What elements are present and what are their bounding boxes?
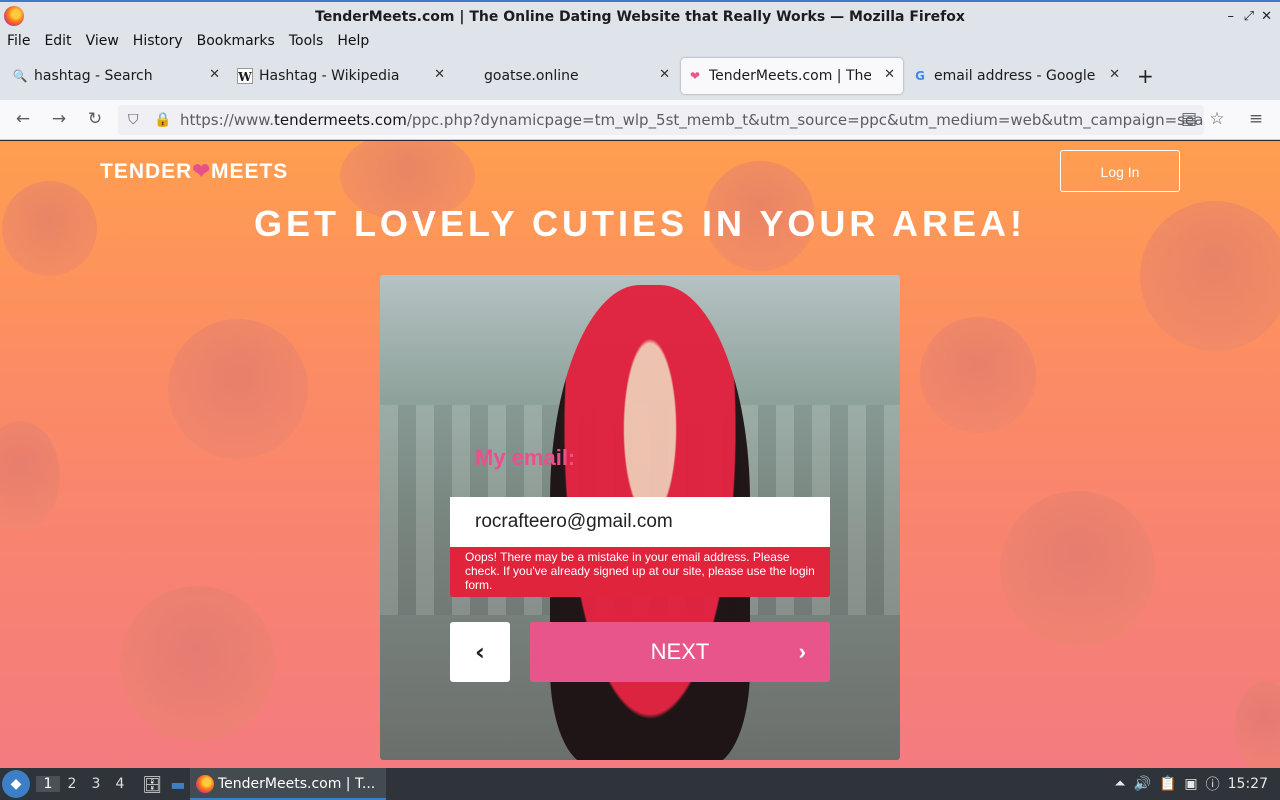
navigation-toolbar: ← → ↻ ⛉ 🔒 https://www.tendermeets.com/pp… — [0, 100, 1280, 140]
menu-bookmarks[interactable]: Bookmarks — [197, 33, 275, 49]
tab-hashtag-wikipedia[interactable]: W Hashtag - Wikipedia ✕ — [231, 58, 453, 94]
workspace-3[interactable]: 3 — [84, 776, 108, 792]
page-headline: GET LOVELY CUTIES IN YOUR AREA! — [253, 203, 1027, 244]
menu-history[interactable]: History — [133, 33, 183, 49]
email-input[interactable] — [450, 497, 830, 547]
menu-help[interactable]: Help — [337, 33, 369, 49]
maximize-icon[interactable]: ⤢ — [1244, 2, 1254, 32]
menu-file[interactable]: File — [7, 33, 30, 49]
tab-label: hashtag - Search — [34, 68, 153, 84]
close-window-icon[interactable]: ✕ — [1261, 2, 1272, 32]
back-arrow-icon[interactable]: ← — [12, 109, 34, 129]
url-path: /ppc.php?dynamicpage=tm_wlp_5st_memb_t&u… — [406, 111, 1204, 129]
tab-google-email[interactable]: G email address - Google S ✕ — [906, 58, 1128, 94]
url-prefix: https://www. — [180, 111, 274, 129]
url-host: tendermeets.com — [273, 111, 407, 129]
email-error-message: Oops! There may be a mistake in your ema… — [450, 547, 830, 597]
tab-hashtag-search[interactable]: 🔍 hashtag - Search ✕ — [6, 58, 228, 94]
tab-strip: 🔍 hashtag - Search ✕ W Hashtag - Wikiped… — [0, 52, 1280, 100]
profile-bubble — [1000, 491, 1155, 646]
lock-icon[interactable]: 🔒 — [154, 105, 171, 135]
login-button[interactable]: Log In — [1060, 150, 1180, 192]
tab-goatse[interactable]: goatse.online ✕ — [456, 58, 678, 94]
forward-arrow-icon[interactable]: → — [48, 109, 70, 129]
tendermeets-icon: ❤ — [689, 69, 701, 83]
network-icon[interactable]: ▣ — [1184, 776, 1197, 792]
workspace-4[interactable]: 4 — [108, 776, 132, 792]
firefox-logo-icon — [4, 6, 24, 26]
profile-bubble — [920, 317, 1036, 433]
google-icon: G — [915, 69, 925, 83]
profile-bubble — [0, 421, 60, 531]
menu-bar: File Edit View History Bookmarks Tools H… — [0, 30, 1280, 52]
profile-bubble — [1235, 681, 1280, 768]
tab-label: email address - Google S — [934, 68, 1096, 84]
file-manager-icon[interactable]: 🗄 — [142, 775, 162, 794]
task-label: TenderMeets.com | T... — [218, 776, 376, 792]
clock[interactable]: 15:27 — [1228, 776, 1268, 792]
workspace-2[interactable]: 2 — [60, 776, 84, 792]
firefox-task-icon — [196, 775, 214, 793]
close-tab-icon[interactable]: ✕ — [209, 67, 220, 82]
tab-label: TenderMeets.com | The O — [709, 68, 871, 84]
window-titlebar: TenderMeets.com | The Online Dating Webs… — [0, 0, 1280, 30]
url-bar[interactable]: ⛉ 🔒 https://www.tendermeets.com/ppc.php?… — [118, 105, 1204, 135]
profile-bubble — [168, 319, 308, 459]
bookmark-star-icon[interactable]: ☆ — [1206, 109, 1228, 129]
close-tab-icon[interactable]: ✕ — [884, 67, 895, 82]
workspace-1[interactable]: 1 — [36, 776, 60, 792]
system-tray: ⏶ 🔊 📋 ▣ ⓘ 15:27 — [1114, 768, 1280, 800]
profile-bubble — [120, 586, 275, 741]
taskbar-firefox-task[interactable]: TenderMeets.com | T... — [190, 768, 386, 800]
close-tab-icon[interactable]: ✕ — [434, 67, 445, 82]
close-tab-icon[interactable]: ✕ — [1109, 67, 1120, 82]
wikipedia-icon: W — [237, 68, 253, 84]
notification-icon[interactable]: ⓘ — [1206, 774, 1220, 794]
search-icon: 🔍 — [12, 69, 28, 83]
tracking-shield-icon[interactable]: ⛉ — [128, 105, 139, 135]
close-tab-icon[interactable]: ✕ — [659, 67, 670, 82]
reader-view-icon[interactable]: ▤ — [1178, 109, 1200, 129]
next-label: NEXT — [650, 639, 710, 664]
signup-card: My email: Oops! There may be a mistake i… — [380, 275, 900, 760]
desktop-taskbar: ◆ 1 2 3 4 🗄 ▬ TenderMeets.com | T... ⏶ 🔊… — [0, 768, 1280, 800]
menu-view[interactable]: View — [86, 33, 119, 49]
chevron-right-icon: › — [798, 639, 806, 664]
tray-up-icon[interactable]: ⏶ — [1114, 776, 1125, 792]
tendermeets-logo[interactable]: TENDER❤MEETS — [100, 159, 288, 184]
back-button[interactable]: ‹ — [450, 622, 510, 682]
next-button[interactable]: NEXT › — [530, 622, 830, 682]
hamburger-menu-icon[interactable]: ≡ — [1245, 109, 1267, 129]
clipboard-icon[interactable]: 📋 — [1159, 776, 1176, 792]
web-page: TENDER❤MEETS Log In GET LOVELY CUTIES IN… — [0, 141, 1280, 768]
menu-edit[interactable]: Edit — [44, 33, 71, 49]
email-label: My email: — [475, 445, 576, 470]
menu-tools[interactable]: Tools — [289, 33, 324, 49]
reload-icon[interactable]: ↻ — [84, 109, 106, 129]
tab-label: goatse.online — [484, 68, 579, 84]
show-desktop-icon[interactable]: ▬ — [170, 775, 185, 794]
logo-text-right: MEETS — [210, 160, 289, 183]
new-tab-icon[interactable]: + — [1137, 64, 1154, 88]
logo-text-left: TENDER — [100, 160, 193, 183]
heart-logo-icon: ❤ — [192, 160, 211, 183]
minimize-icon[interactable]: – — [1228, 2, 1235, 32]
firefox-window: TenderMeets.com | The Online Dating Webs… — [0, 0, 1280, 800]
volume-icon[interactable]: 🔊 — [1134, 776, 1151, 792]
start-menu-icon[interactable]: ◆ — [2, 770, 30, 798]
tab-tendermeets[interactable]: ❤ TenderMeets.com | The O ✕ — [681, 58, 903, 94]
tab-label: Hashtag - Wikipedia — [259, 68, 400, 84]
window-title: TenderMeets.com | The Online Dating Webs… — [315, 9, 965, 25]
